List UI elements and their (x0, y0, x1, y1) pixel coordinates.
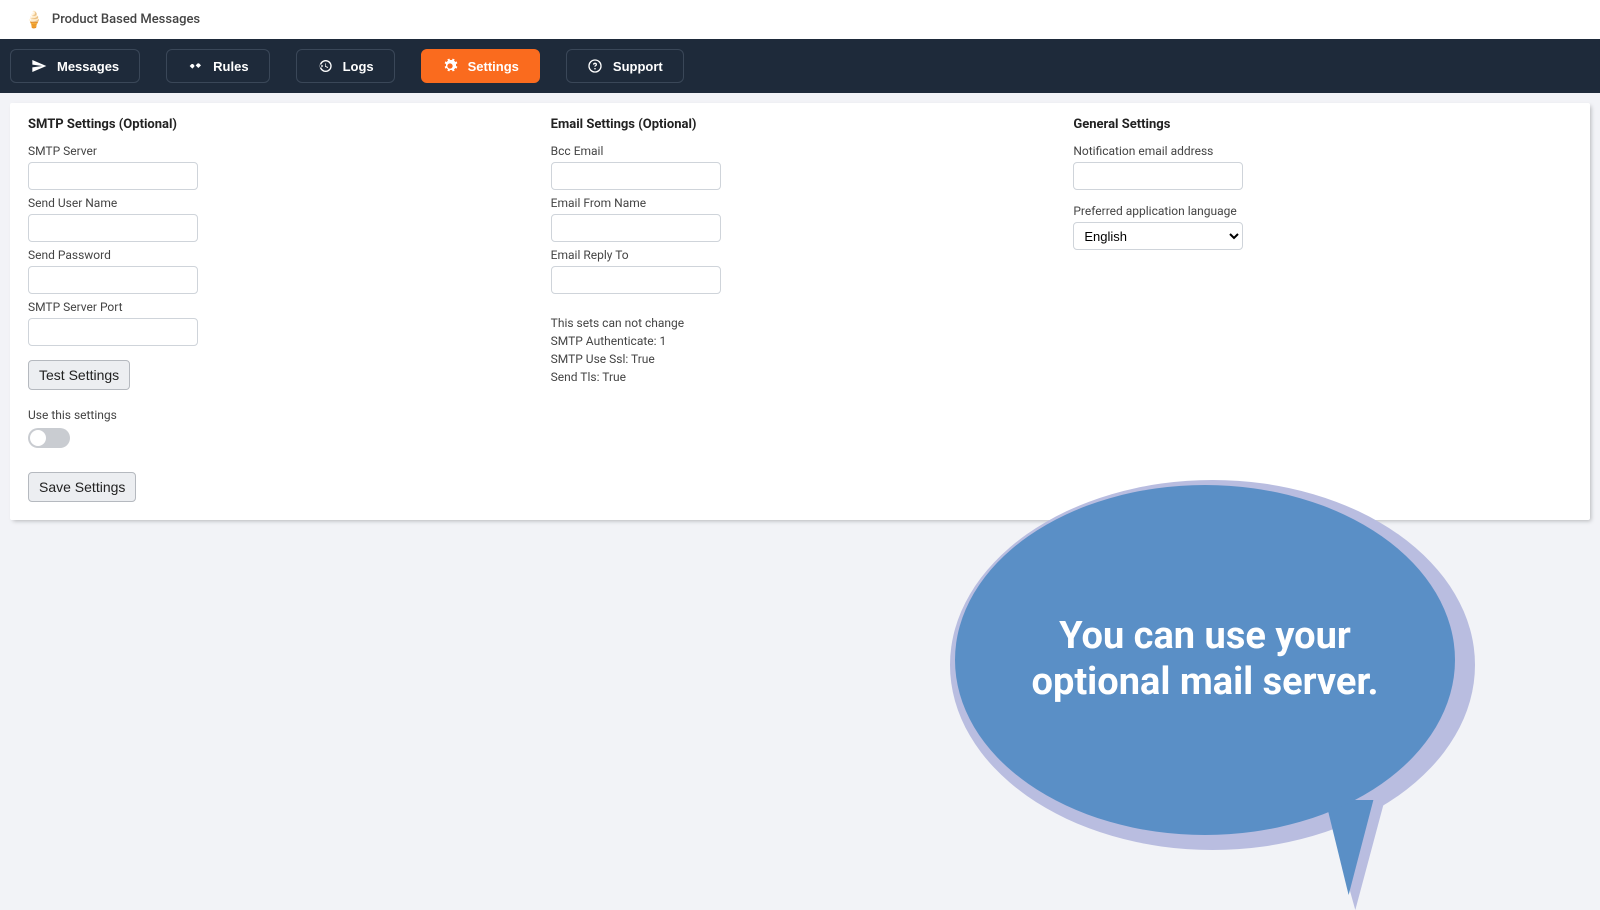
cogs-icon (442, 58, 458, 74)
use-settings-toggle[interactable] (28, 428, 70, 448)
settings-panel: SMTP Settings (Optional) SMTP Server Sen… (10, 103, 1590, 520)
nav-settings-label: Settings (468, 59, 519, 74)
app-title: Product Based Messages (52, 12, 200, 27)
nav-messages-label: Messages (57, 59, 119, 74)
smtp-port-input[interactable] (28, 318, 198, 346)
email-info: This sets can not change SMTP Authentica… (551, 314, 1050, 386)
smtp-user-label: Send User Name (28, 196, 527, 210)
handshake-icon (187, 58, 203, 74)
notif-label: Notification email address (1073, 144, 1572, 158)
lang-select[interactable]: English (1073, 222, 1243, 250)
smtp-user-input[interactable] (28, 214, 198, 242)
nav-settings[interactable]: Settings (421, 49, 540, 83)
general-column: General Settings Notification email addr… (1061, 117, 1584, 502)
lang-label: Preferred application language (1073, 204, 1572, 218)
smtp-title: SMTP Settings (Optional) (28, 117, 527, 132)
from-input[interactable] (551, 214, 721, 242)
nav-rules-label: Rules (213, 59, 248, 74)
nav-support[interactable]: Support (566, 49, 684, 83)
use-settings-label: Use this settings (28, 408, 527, 422)
nav-messages[interactable]: Messages (10, 49, 140, 83)
email-column: Email Settings (Optional) Bcc Email Emai… (539, 117, 1062, 502)
smtp-port-label: SMTP Server Port (28, 300, 527, 314)
info-line-4: Send Tls: True (551, 368, 1050, 386)
callout-text: You can use your optional mail server. (955, 485, 1455, 835)
bcc-input[interactable] (551, 162, 721, 190)
nav-bar: Messages Rules Logs Settings Support (0, 39, 1600, 93)
general-title: General Settings (1073, 117, 1572, 132)
nav-support-label: Support (613, 59, 663, 74)
info-line-1: This sets can not change (551, 314, 1050, 332)
smtp-server-label: SMTP Server (28, 144, 527, 158)
nav-logs[interactable]: Logs (296, 49, 395, 83)
history-icon (317, 58, 333, 74)
smtp-column: SMTP Settings (Optional) SMTP Server Sen… (16, 117, 539, 502)
nav-rules[interactable]: Rules (166, 49, 269, 83)
nav-logs-label: Logs (343, 59, 374, 74)
test-settings-button[interactable]: Test Settings (28, 360, 130, 390)
email-title: Email Settings (Optional) (551, 117, 1050, 132)
header-bar: 🍦 Product Based Messages (0, 0, 1600, 39)
reply-label: Email Reply To (551, 248, 1050, 262)
notif-input[interactable] (1073, 162, 1243, 190)
save-settings-button[interactable]: Save Settings (28, 472, 136, 502)
info-line-2: SMTP Authenticate: 1 (551, 332, 1050, 350)
paper-plane-icon (31, 58, 47, 74)
smtp-server-input[interactable] (28, 162, 198, 190)
info-line-3: SMTP Use Ssl: True (551, 350, 1050, 368)
smtp-pass-input[interactable] (28, 266, 198, 294)
app-icon: 🍦 (24, 10, 44, 29)
help-icon (587, 58, 603, 74)
bcc-label: Bcc Email (551, 144, 1050, 158)
reply-input[interactable] (551, 266, 721, 294)
from-label: Email From Name (551, 196, 1050, 210)
smtp-pass-label: Send Password (28, 248, 527, 262)
